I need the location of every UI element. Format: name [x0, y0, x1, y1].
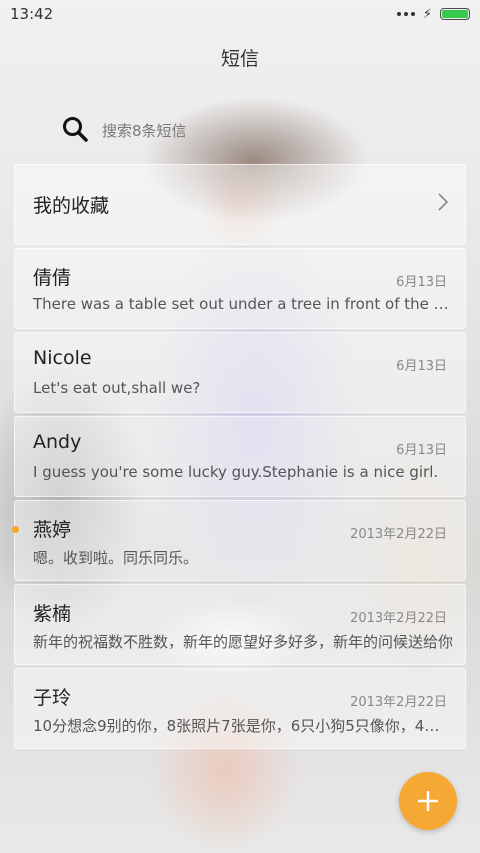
contact-name: 倩倩	[33, 267, 72, 289]
status-icons: ⚡	[396, 6, 470, 22]
conversation-item[interactable]: 紫楠 2013年2月22日 新年的祝福数不胜数，新年的愿望好多好多，新年的问候送…	[14, 584, 466, 665]
contact-name: Nicole	[33, 347, 92, 369]
charging-icon: ⚡	[422, 6, 432, 22]
page-title: 短信	[220, 48, 259, 70]
search-bar[interactable]	[62, 116, 262, 146]
message-preview: Let's eat out,shall we?	[33, 379, 201, 397]
conversation-item[interactable]: Andy 6月13日 I guess you're some lucky guy…	[14, 416, 466, 497]
favorites-label: 我的收藏	[33, 195, 110, 217]
plus-icon	[415, 788, 441, 814]
message-date: 2013年2月22日	[350, 611, 447, 626]
unread-indicator	[12, 526, 19, 533]
message-preview: 新年的祝福数不胜数，新年的愿望好多好多，新年的问候送给你	[33, 633, 453, 651]
contact-name: 子玲	[33, 687, 72, 709]
new-message-button[interactable]	[399, 772, 457, 830]
battery-icon	[440, 8, 470, 20]
conversation-list: 我的收藏 倩倩 6月13日 There was a table set out …	[12, 164, 466, 752]
status-bar: 13:42 ⚡	[0, 0, 480, 28]
message-date: 6月13日	[396, 275, 447, 290]
search-icon[interactable]	[62, 116, 88, 146]
search-input[interactable]	[100, 121, 254, 141]
conversation-item[interactable]: Nicole 6月13日 Let's eat out,shall we?	[14, 332, 466, 413]
conversation-item[interactable]: 倩倩 6月13日 There was a table set out under…	[14, 248, 466, 329]
message-preview: 10分想念9别的你，8张照片7张是你，6只小狗5只像你，4季如春	[33, 717, 453, 735]
message-date: 2013年2月22日	[350, 695, 447, 710]
contact-name: 紫楠	[33, 603, 72, 625]
message-date: 6月13日	[396, 359, 447, 374]
message-date: 6月13日	[396, 443, 447, 458]
message-preview: There was a table set out under a tree i…	[33, 295, 453, 313]
conversation-item[interactable]: 子玲 2013年2月22日 10分想念9别的你，8张照片7张是你，6只小狗5只像…	[14, 668, 466, 749]
message-preview: 嗯。收到啦。同乐同乐。	[33, 549, 199, 567]
more-dots-icon	[396, 12, 415, 16]
contact-name: Andy	[33, 431, 82, 453]
chevron-right-icon	[437, 192, 449, 218]
contact-name: 燕婷	[33, 519, 72, 541]
conversation-item[interactable]: 燕婷 2013年2月22日 嗯。收到啦。同乐同乐。	[12, 500, 466, 581]
message-date: 2013年2月22日	[350, 527, 447, 542]
favorites-item[interactable]: 我的收藏	[14, 164, 466, 245]
status-time: 13:42	[10, 5, 54, 23]
message-preview: I guess you're some lucky guy.Stephanie …	[33, 463, 439, 481]
